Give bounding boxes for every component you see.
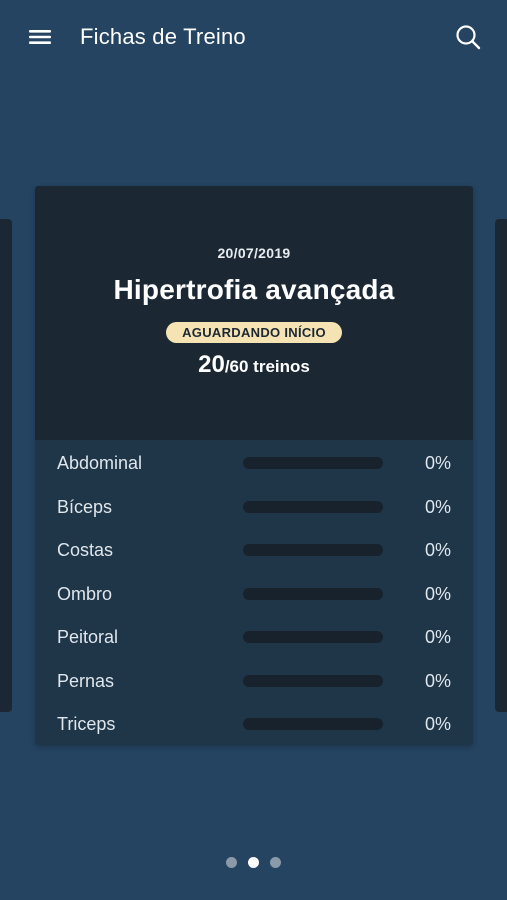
list-item: Peitoral 0% [35, 615, 473, 658]
progress-bar [243, 718, 383, 730]
muscle-percent: 0% [424, 670, 451, 691]
muscle-percent: 0% [424, 540, 451, 560]
search-button[interactable] [451, 20, 485, 54]
progress-bar [243, 631, 383, 643]
workout-title: Hipertrofia avançada [113, 274, 395, 305]
muscle-name: Pernas [57, 670, 115, 691]
muscle-percent: 0% [424, 496, 451, 517]
progress-bar [243, 500, 383, 513]
muscle-name: Ombro [57, 583, 113, 604]
app-screen: Fichas de Treino 20/07/2019 Hipertrofia … [0, 0, 507, 900]
progress-bar [243, 457, 383, 469]
next-card-peek[interactable] [495, 219, 507, 712]
page-dot[interactable] [270, 857, 281, 868]
muscle-name: Bíceps [57, 496, 113, 517]
completed-count: 20 [198, 351, 225, 378]
page-title: Fichas de Treino [80, 24, 246, 49]
muscle-percent: 0% [424, 453, 451, 473]
status-badge: AGUARDANDO INÍCIO [166, 322, 342, 343]
app-header: Fichas de Treino [0, 0, 507, 74]
list-item: Pernas 0% [35, 659, 473, 702]
progress-bar [243, 544, 383, 556]
workout-progress-count: 20/60 treinos [35, 351, 473, 379]
muscle-name: Costas [57, 540, 114, 560]
workout-card-header: 20/07/2019 Hipertrofia avançada AGUARDAN… [35, 186, 473, 440]
muscle-percent: 0% [424, 583, 451, 604]
workout-date: 20/07/2019 [217, 245, 291, 261]
progress-bar [243, 674, 383, 687]
muscle-name: Triceps [57, 714, 116, 734]
muscle-name: Peitoral [57, 627, 119, 647]
menu-button[interactable] [22, 22, 58, 52]
page-dot[interactable] [226, 857, 237, 868]
page-indicator [0, 857, 507, 871]
workout-card[interactable]: 20/07/2019 Hipertrofia avançada AGUARDAN… [35, 186, 473, 745]
hamburger-menu-icon [29, 30, 51, 44]
search-icon [456, 25, 481, 50]
list-item: Bíceps 0% [35, 485, 473, 528]
total-count: /60 treinos [224, 357, 310, 376]
page-dot[interactable] [248, 857, 259, 868]
list-item: Costas 0% [35, 528, 473, 571]
muscle-percent: 0% [424, 714, 451, 734]
muscle-percent: 0% [424, 627, 451, 647]
muscle-progress-list: Abdominal 0% Bíceps 0% Costas 0% Ombro 0… [35, 440, 473, 745]
list-item: Abdominal 0% [35, 441, 473, 484]
progress-bar [243, 587, 383, 600]
previous-card-peek[interactable] [0, 219, 12, 712]
muscle-name: Abdominal [57, 453, 143, 473]
list-item: Ombro 0% [35, 572, 473, 615]
list-item: Triceps 0% [35, 702, 473, 745]
